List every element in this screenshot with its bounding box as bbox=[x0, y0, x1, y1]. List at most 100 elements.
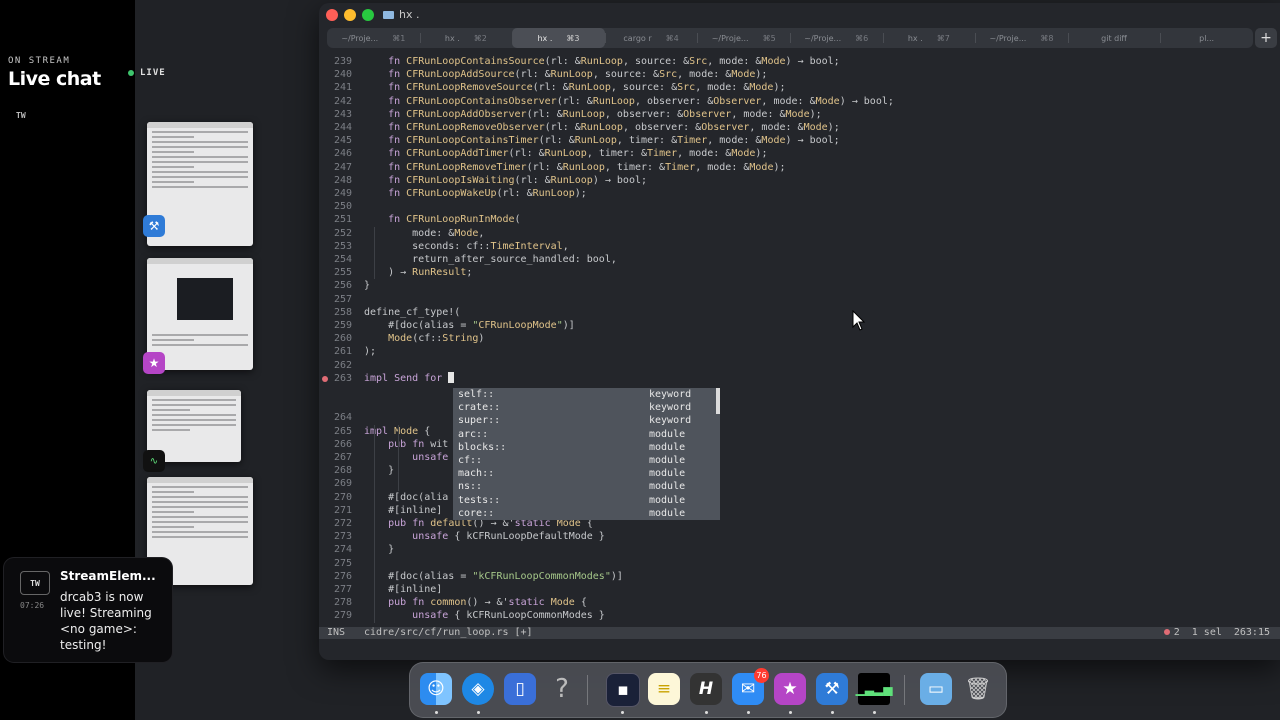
terminal-window[interactable]: hx . ~/Proje... ⌘1 hx . ⌘2 hx . ⌘3 cargo r ⌘4 ~/… bbox=[319, 3, 1280, 660]
completion-kind: keyword bbox=[649, 415, 692, 427]
completion-item[interactable]: arc:: module bbox=[453, 428, 715, 441]
line-text: fn CFRunLoopAddSource(rl: &RunLoop, sour… bbox=[388, 69, 768, 81]
help-icon[interactable]: ? bbox=[546, 673, 578, 705]
line-number: 267 bbox=[333, 452, 352, 463]
completion-name: crate:: bbox=[458, 402, 501, 414]
line-text: Mode(cf::String) bbox=[388, 333, 485, 345]
line-text: unsafe { kCFRunLoopDefaultMode } bbox=[412, 531, 605, 543]
completion-item[interactable]: crate:: keyword bbox=[453, 401, 715, 414]
selection-count: 1 sel bbox=[1191, 627, 1222, 638]
tab-shortcut: ⌘2 bbox=[473, 33, 487, 43]
tab-shortcut: ⌘6 bbox=[855, 33, 869, 43]
line-text: fn CFRunLoopContainsSource(rl: &RunLoop,… bbox=[388, 56, 840, 67]
line-number: 277 bbox=[333, 584, 352, 595]
completion-kind: module bbox=[649, 428, 686, 440]
line-text: impl Send for bbox=[364, 372, 455, 385]
close-button[interactable] bbox=[326, 9, 338, 21]
finder-icon[interactable]: ☺ bbox=[420, 673, 452, 705]
completion-item[interactable]: cf:: module bbox=[453, 454, 715, 467]
completion-scrollbar[interactable] bbox=[716, 388, 720, 414]
completion-name: super:: bbox=[458, 415, 501, 427]
tab-8[interactable]: ~/Proje... ⌘8 bbox=[975, 28, 1068, 48]
completion-item[interactable]: super:: keyword bbox=[453, 414, 715, 427]
mail-icon[interactable]: ✉ 76 bbox=[732, 668, 769, 705]
tab-label: hx . bbox=[537, 33, 553, 43]
simulator-icon[interactable]: ▯ bbox=[504, 673, 536, 705]
minimize-button[interactable] bbox=[344, 9, 356, 21]
tab-1[interactable]: ~/Proje... ⌘1 bbox=[327, 28, 420, 48]
tab-3[interactable]: hx . ⌘3 bbox=[512, 28, 605, 48]
completion-item[interactable]: tests:: module bbox=[453, 494, 715, 507]
completion-item[interactable]: self:: keyword bbox=[453, 388, 715, 401]
window-title: hx . bbox=[383, 8, 419, 21]
activity-monitor-dock-icon[interactable]: ▁▃▂▅ bbox=[856, 673, 892, 705]
completion-item[interactable]: ns:: module bbox=[453, 480, 715, 493]
line-text: ) → RunResult; bbox=[364, 267, 473, 279]
completion-name: self:: bbox=[458, 389, 495, 400]
tab-shortcut: ⌘4 bbox=[665, 33, 679, 43]
line-text: unsafe { kCFRunLoopCommonModes } bbox=[412, 610, 605, 622]
tab-10[interactable]: pl... bbox=[1160, 28, 1253, 48]
completion-menu[interactable]: self:: keyword crate:: keyword super:: keywor… bbox=[453, 388, 720, 520]
line-text: #[inline] bbox=[364, 584, 443, 595]
live-indicator: LIVE bbox=[128, 68, 166, 78]
tab-shortcut: ⌘8 bbox=[1040, 33, 1054, 43]
diagnostics-count[interactable]: 2 bbox=[1163, 627, 1180, 639]
tab-2[interactable]: hx . ⌘2 bbox=[419, 28, 513, 48]
live-label: LIVE bbox=[140, 68, 166, 78]
line-number: 269 bbox=[333, 478, 352, 490]
tab-7[interactable]: hx . ⌘7 bbox=[882, 28, 976, 48]
xcode-beta-dock-icon[interactable]: ⚒ bbox=[816, 673, 848, 705]
window-titlebar[interactable]: hx . bbox=[319, 3, 1280, 27]
line-number: 255 bbox=[333, 267, 352, 279]
completion-item[interactable]: core:: module bbox=[453, 507, 715, 520]
line-text: } bbox=[364, 465, 395, 477]
error-dot-icon bbox=[1163, 629, 1170, 635]
completion-item[interactable]: mach:: module bbox=[453, 467, 715, 480]
stream-notification[interactable]: TW 07:26 StreamElem... drcab3 is now liv… bbox=[4, 558, 172, 662]
tab-shortcut: ⌘7 bbox=[936, 33, 950, 43]
terminal-app-icon[interactable]: ▪ bbox=[606, 673, 640, 707]
tab-label: cargo r bbox=[623, 33, 652, 43]
tab-9[interactable]: git diff bbox=[1067, 28, 1161, 48]
completion-kind: module bbox=[649, 455, 686, 466]
indent-guide bbox=[374, 226, 375, 280]
tab-6[interactable]: ~/Proje... ⌘6 bbox=[789, 28, 883, 48]
notification-title: StreamElem... bbox=[60, 569, 156, 583]
tab-shortcut: ⌘1 bbox=[392, 33, 406, 43]
safari-icon[interactable]: ◈ bbox=[462, 673, 494, 705]
file-path: cidre/src/cf/run_loop.rs [+] bbox=[364, 627, 533, 638]
helix-icon[interactable]: H bbox=[690, 673, 722, 705]
line-number: 279 bbox=[333, 610, 352, 622]
line-text: fn CFRunLoopRunInMode( bbox=[388, 214, 521, 226]
line-text: #[doc(alias = "CFRunLoopMode")] bbox=[364, 320, 575, 331]
new-tab-button[interactable]: + bbox=[1255, 28, 1277, 48]
code-editor[interactable]: 239 fn CFRunLoopContainsSource(rl: &RunL… bbox=[319, 55, 1280, 627]
folder-stack-icon[interactable]: ▭ bbox=[920, 673, 952, 705]
line-text: fn CFRunLoopAddTimer(rl: &RunLoop, timer… bbox=[388, 148, 768, 160]
completion-name: ns:: bbox=[458, 481, 483, 493]
zoom-button[interactable] bbox=[362, 9, 374, 21]
platform-tag: TW bbox=[16, 111, 26, 120]
line-number: 250 bbox=[333, 201, 352, 213]
trash-icon[interactable]: 🗑 bbox=[962, 673, 994, 705]
star-app-dock-icon[interactable]: ★ bbox=[774, 673, 806, 705]
chat-title: Live chat bbox=[8, 68, 101, 90]
line-number: 251 bbox=[333, 214, 352, 226]
notes-icon[interactable]: ≡ bbox=[648, 673, 680, 705]
completion-kind: module bbox=[649, 481, 686, 493]
star-app-icon: ★ bbox=[143, 352, 165, 374]
line-number: 241 bbox=[333, 82, 352, 94]
completion-item[interactable]: blocks:: module bbox=[453, 441, 715, 454]
diagnostic-error-icon[interactable] bbox=[322, 375, 328, 382]
tab-4[interactable]: cargo r ⌘4 bbox=[604, 28, 698, 48]
line-text: fn CFRunLoopRemoveTimer(rl: &RunLoop, ti… bbox=[388, 161, 786, 173]
line-number: 272 bbox=[333, 518, 352, 529]
line-number: 278 bbox=[333, 597, 352, 609]
completion-kind: module bbox=[649, 468, 686, 480]
line-number: 245 bbox=[333, 135, 352, 147]
line-text: fn CFRunLoopRemoveSource(rl: &RunLoop, s… bbox=[388, 82, 786, 94]
tab-bar: ~/Proje... ⌘1 hx . ⌘2 hx . ⌘3 cargo r ⌘4 ~/Proje… bbox=[327, 28, 1253, 48]
completion-kind: module bbox=[649, 507, 686, 519]
tab-5[interactable]: ~/Proje... ⌘5 bbox=[697, 28, 790, 48]
